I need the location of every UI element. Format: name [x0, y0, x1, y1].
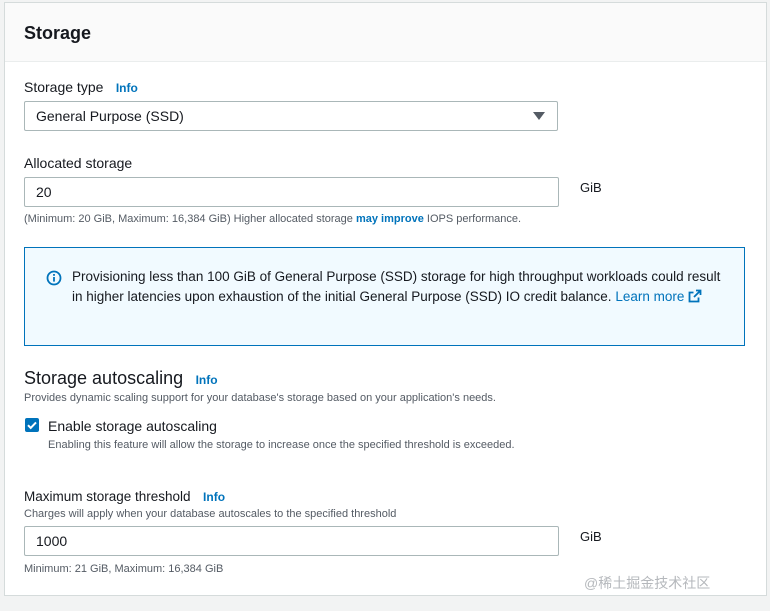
- storage-type-label-row: Storage type Info: [24, 79, 138, 97]
- storage-type-info-link[interactable]: Info: [116, 81, 138, 95]
- threshold-label: Maximum storage threshold: [24, 489, 191, 504]
- threshold-unit: GiB: [580, 529, 602, 544]
- panel-title: Storage: [24, 23, 92, 43]
- threshold-hint: Charges will apply when your database au…: [24, 508, 397, 520]
- storage-panel: Storage Storage type Info General Purpos…: [4, 2, 767, 596]
- allocated-storage-label: Allocated storage: [24, 155, 133, 171]
- autoscaling-title-row: Storage autoscaling Info: [24, 368, 218, 389]
- allocated-hint-suffix: IOPS performance.: [423, 213, 522, 225]
- allocated-storage-hint: (Minimum: 20 GiB, Maximum: 16,384 GiB) H…: [24, 213, 521, 225]
- storage-type-label: Storage type: [24, 79, 104, 95]
- page: Storage Storage type Info General Purpos…: [0, 0, 770, 611]
- allocated-storage-unit: GiB: [580, 180, 602, 195]
- panel-header: Storage: [5, 3, 766, 62]
- info-alert: Provisioning less than 100 GiB of Genera…: [24, 247, 745, 346]
- info-circle-icon: [46, 270, 62, 286]
- autoscaling-info-link[interactable]: Info: [196, 373, 218, 387]
- alert-message: Provisioning less than 100 GiB of Genera…: [72, 267, 727, 307]
- autoscaling-title: Storage autoscaling: [24, 368, 184, 388]
- watermark: @稀土掘金技术社区: [584, 575, 711, 591]
- may-improve-link[interactable]: may improve: [356, 213, 424, 225]
- external-link-icon: [688, 289, 702, 303]
- learn-more-label: Learn more: [615, 289, 685, 304]
- enable-autoscaling-checkbox[interactable]: [25, 418, 39, 432]
- checkmark-icon: [27, 421, 37, 430]
- threshold-input[interactable]: [24, 526, 559, 556]
- storage-type-select[interactable]: General Purpose (SSD): [24, 101, 558, 131]
- autoscaling-description: Provides dynamic scaling support for you…: [24, 392, 496, 404]
- threshold-range: Minimum: 21 GiB, Maximum: 16,384 GiB: [24, 563, 224, 575]
- allocated-storage-input[interactable]: [24, 177, 559, 207]
- threshold-info-link[interactable]: Info: [203, 490, 225, 504]
- caret-down-icon: [533, 112, 545, 120]
- storage-type-value: General Purpose (SSD): [36, 108, 184, 124]
- threshold-label-row: Maximum storage threshold Info: [24, 488, 225, 506]
- enable-autoscaling-description: Enabling this feature will allow the sto…: [48, 439, 515, 451]
- allocated-storage-label-row: Allocated storage: [24, 155, 132, 173]
- enable-autoscaling-label[interactable]: Enable storage autoscaling: [48, 418, 217, 434]
- learn-more-link[interactable]: Learn more: [615, 289, 702, 304]
- allocated-hint-prefix: (Minimum: 20 GiB, Maximum: 16,384 GiB) H…: [24, 213, 356, 225]
